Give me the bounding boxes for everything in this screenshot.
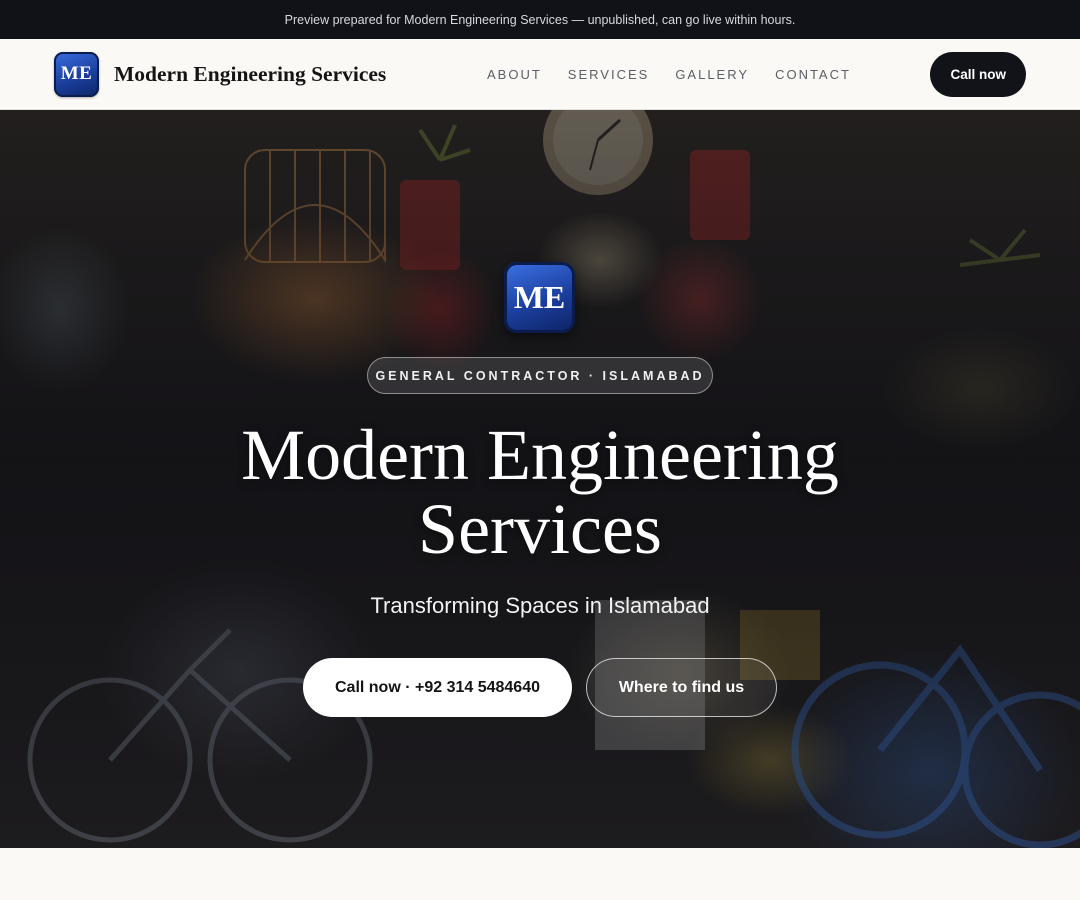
hero-find-us-button[interactable]: Where to find us: [586, 658, 777, 717]
hero-title: Modern Engineering Services: [140, 418, 940, 566]
brand-logo-icon: ME: [54, 51, 99, 97]
hero-title-line-1: Modern Engineering: [241, 415, 839, 495]
header-call-now-button[interactable]: Call now: [930, 52, 1026, 97]
hero-logo-icon: ME: [504, 262, 575, 333]
nav-link-about[interactable]: ABOUT: [487, 67, 542, 82]
brand-logo-text: ME: [60, 63, 93, 84]
hero-section: ME GENERAL CONTRACTOR · ISLAMABAD Modern…: [0, 110, 1080, 848]
hero-content: ME GENERAL CONTRACTOR · ISLAMABAD Modern…: [0, 110, 1080, 848]
hero-title-line-2: Services: [418, 489, 662, 569]
nav-link-contact[interactable]: CONTACT: [775, 67, 851, 82]
hero-logo-text: ME: [513, 279, 566, 315]
preview-banner: Preview prepared for Modern Engineering …: [0, 0, 1080, 39]
hero-subtitle: Transforming Spaces in Islamabad: [370, 593, 710, 618]
hero-eyebrow-badge: GENERAL CONTRACTOR · ISLAMABAD: [367, 357, 713, 394]
brand[interactable]: ME Modern Engineering Services: [54, 51, 387, 97]
hero-call-now-button[interactable]: Call now · +92 314 5484640: [303, 658, 572, 717]
hero-eyebrow-text: GENERAL CONTRACTOR · ISLAMABAD: [375, 368, 705, 383]
preview-banner-text: Preview prepared for Modern Engineering …: [284, 12, 796, 27]
nav-link-services[interactable]: SERVICES: [568, 67, 650, 82]
brand-name: Modern Engineering Services: [114, 61, 387, 86]
site-header: ME Modern Engineering Services ABOUT SER…: [0, 39, 1080, 110]
nav-link-gallery[interactable]: GALLERY: [675, 67, 749, 82]
main-nav: ABOUT SERVICES GALLERY CONTACT: [487, 39, 877, 110]
